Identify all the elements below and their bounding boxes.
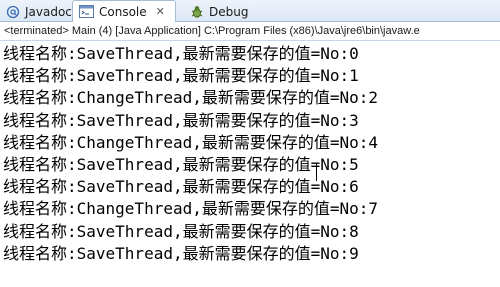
console-icon [79, 5, 94, 18]
text-caret [316, 163, 317, 181]
at-icon [6, 5, 20, 19]
close-icon[interactable]: ✕ [156, 5, 165, 18]
console-output[interactable]: 线程名称:SaveThread,最新需要保存的值=No:0 线程名称:SaveT… [3, 43, 499, 265]
console-line: 线程名称:SaveThread,最新需要保存的值=No:8 [3, 221, 359, 241]
console-line: 线程名称:SaveThread,最新需要保存的值=No:1 [3, 66, 359, 86]
bug-icon [190, 5, 204, 19]
console-window: Javadoc Console ✕ Debug <terminated> Mai… [0, 0, 500, 287]
console-line: 线程名称:ChangeThread,最新需要保存的值=No:7 [3, 199, 379, 219]
console-line: 线程名称:SaveThread,最新需要保存的值=No:0 [3, 44, 359, 63]
tab-javadoc[interactable]: Javadoc [4, 1, 72, 22]
launch-info: <terminated> Main (4) [Java Application]… [4, 25, 420, 37]
tab-console[interactable]: Console ✕ [72, 0, 176, 22]
view-tab-strip: Javadoc Console ✕ Debug [0, 0, 500, 22]
divider [0, 40, 500, 41]
tab-debug[interactable]: Debug [188, 1, 258, 22]
console-line: 线程名称:SaveThread,最新需要保存的值=No:6 [3, 177, 359, 197]
console-line: 线程名称:ChangeThread,最新需要保存的值=No:4 [3, 132, 379, 152]
console-line: 线程名称:ChangeThread,最新需要保存的值=No:2 [3, 88, 379, 108]
console-line: 线程名称:SaveThread,最新需要保存的值=No:9 [3, 243, 359, 263]
tab-debug-label: Debug [209, 4, 249, 19]
console-line: 线程名称:SaveThread,最新需要保存的值=No:5 [3, 154, 359, 174]
tab-javadoc-label: Javadoc [25, 4, 72, 19]
console-line: 线程名称:SaveThread,最新需要保存的值=No:3 [3, 110, 359, 130]
tab-console-label: Console [99, 4, 147, 19]
